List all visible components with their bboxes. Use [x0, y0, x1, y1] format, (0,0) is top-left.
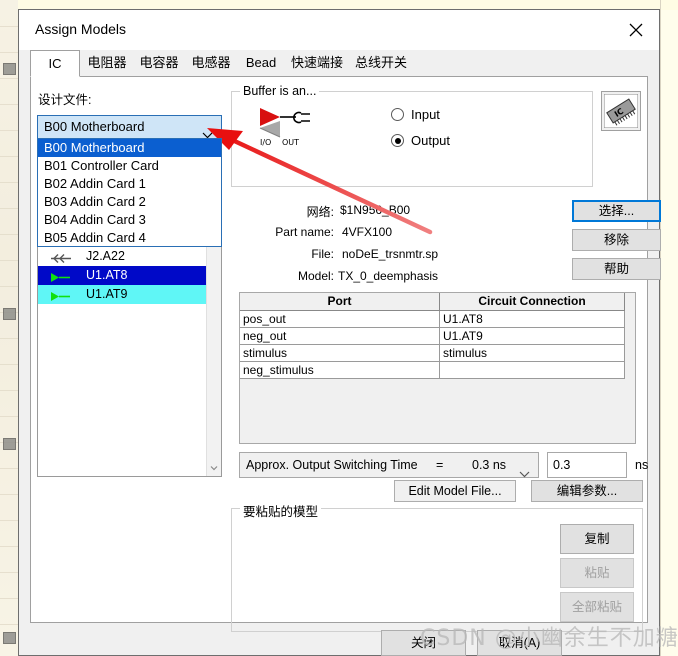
paste-models-group: 要粘贴的模型 复制 粘贴 全部粘贴 — [231, 501, 643, 632]
list-item[interactable]: U1.AT8 — [38, 266, 207, 285]
table-row[interactable]: pos_out U1.AT8 — [240, 311, 635, 328]
remove-button[interactable]: 移除 — [572, 229, 661, 251]
radio-selected-dot-icon — [394, 137, 401, 144]
list-item-label: U1.AT8 — [86, 268, 128, 282]
list-item-label: U1.AT9 — [86, 287, 128, 301]
cell-connection: U1.AT9 — [440, 328, 625, 345]
dropdown-option[interactable]: B05 Addin Card 4 — [38, 229, 221, 247]
file-value: noDeE_trsnmtr.sp — [342, 247, 439, 261]
paste-all-button: 全部粘贴 — [560, 592, 634, 622]
column-header-port: Port — [240, 293, 440, 311]
dropdown-option[interactable]: B00 Motherboard — [38, 139, 221, 157]
watermark: CSDN @小幽余生不加糖 — [420, 626, 678, 651]
tab-bar: IC 电阻器 电容器 电感器 Bead 快速端接 总线开关 — [30, 50, 648, 77]
design-file-dropdown-list[interactable]: B00 Motherboard B01 Controller Card B02 … — [37, 138, 222, 247]
list-item-label: J2.A22 — [86, 249, 125, 263]
net-label: 网络: — [306, 205, 334, 219]
tab-resistor[interactable]: 电阻器 — [81, 50, 133, 77]
part-name-value: 4VFX100 — [342, 225, 393, 239]
assign-models-dialog: Assign Models IC 电阻器 电容器 电感器 Bead 快速端接 总… — [18, 9, 661, 656]
list-item[interactable]: U1.AT9 — [38, 285, 207, 304]
cell-connection: U1.AT8 — [440, 311, 625, 328]
radio-circle-icon — [391, 108, 404, 121]
edit-model-file-button[interactable]: Edit Model File... — [394, 480, 516, 502]
svg-text:OUT: OUT — [282, 138, 299, 146]
file-label: File: — [311, 247, 334, 261]
port-table[interactable]: Port Circuit Connection pos_out U1.AT8 n… — [239, 292, 636, 444]
cell-port: pos_out — [240, 311, 440, 328]
background-chip-icon — [3, 438, 16, 450]
switching-time-value: 0.3 ns — [472, 458, 507, 472]
cell-port: neg_out — [240, 328, 440, 345]
page-title: Assign Models — [35, 21, 127, 37]
tab-inductor[interactable]: 电感器 — [185, 50, 237, 77]
cell-connection — [440, 362, 625, 379]
design-file-combobox-value: B00 Motherboard — [44, 119, 145, 134]
dialog-title-bar: Assign Models — [19, 10, 659, 50]
help-button[interactable]: 帮助 — [572, 258, 661, 280]
output-pin-icon — [48, 289, 76, 301]
chevron-down-icon[interactable] — [209, 462, 219, 472]
tab-quick-term[interactable]: 快速端接 — [285, 50, 349, 77]
output-pin-icon — [48, 270, 76, 282]
cell-port: stimulus — [240, 345, 440, 362]
column-header-connection: Circuit Connection — [440, 293, 625, 311]
port-table-container: Port Circuit Connection pos_out U1.AT8 n… — [231, 284, 648, 484]
close-button[interactable] — [613, 10, 659, 48]
net-value: $1N956_B00 — [340, 203, 411, 217]
buffer-group: Buffer is an... I/O OUT Input Output — [231, 84, 593, 187]
model-value: TX_0_deemphasis — [338, 269, 439, 283]
port-table-header: Port Circuit Connection — [240, 293, 635, 311]
dropdown-option[interactable]: B02 Addin Card 1 — [38, 175, 221, 193]
radio-input-label: Input — [411, 107, 440, 122]
cell-connection: stimulus — [440, 345, 625, 362]
ic-tab-page: 设计文件: J2.A22 U1.AT8 U1.AT9 B00 Motherboa… — [30, 76, 661, 632]
switching-time-equals: = — [436, 458, 444, 472]
dropdown-option[interactable]: B01 Controller Card — [38, 157, 221, 175]
select-button[interactable]: 选择... — [572, 200, 661, 222]
switching-time-unit: ns — [635, 458, 649, 472]
background-chip-icon — [3, 308, 16, 320]
buffer-group-title: Buffer is an... — [240, 84, 320, 98]
design-file-combobox[interactable]: B00 Motherboard — [37, 115, 222, 139]
table-row[interactable]: stimulus stimulus — [240, 345, 635, 362]
tab-ic[interactable]: IC — [30, 50, 80, 77]
table-row[interactable]: neg_stimulus — [240, 362, 635, 379]
list-item[interactable]: J2.A22 — [38, 247, 207, 266]
table-row[interactable]: neg_out U1.AT9 — [240, 328, 635, 345]
background-chip-icon — [3, 63, 16, 75]
copy-button[interactable]: 复制 — [560, 524, 634, 554]
design-file-label: 设计文件: — [38, 93, 92, 107]
dropdown-option[interactable]: B04 Addin Card 3 — [38, 211, 221, 229]
switching-time-input[interactable]: 0.3 — [547, 452, 627, 478]
radio-output-label: Output — [411, 133, 451, 148]
ic-chip-preview[interactable]: IC — [601, 91, 641, 131]
chevron-down-icon — [519, 462, 530, 486]
desktop-left-toolstrip — [0, 0, 18, 656]
tab-bead[interactable]: Bead — [237, 50, 285, 77]
switching-time-label: Approx. Output Switching Time — [246, 458, 418, 472]
dropdown-option[interactable]: B03 Addin Card 2 — [38, 193, 221, 211]
tab-capacitor[interactable]: 电容器 — [133, 50, 185, 77]
part-name-label: Part name: — [275, 225, 334, 239]
model-label: Model: — [297, 269, 334, 283]
input-pin-icon — [48, 251, 76, 263]
desktop-divider — [660, 0, 661, 656]
switching-time-combobox[interactable]: Approx. Output Switching Time = 0.3 ns — [239, 452, 539, 478]
tab-bus-switch[interactable]: 总线开关 — [349, 50, 413, 77]
close-icon — [629, 23, 643, 37]
cell-port: neg_stimulus — [240, 362, 440, 379]
io-out-buffer-icon: I/O OUT — [256, 104, 330, 149]
switching-time-row: Approx. Output Switching Time = 0.3 ns 0… — [239, 452, 648, 478]
svg-text:I/O: I/O — [260, 138, 271, 146]
paste-models-group-title: 要粘贴的模型 — [240, 501, 322, 520]
paste-button: 粘贴 — [560, 558, 634, 588]
background-chip-icon — [3, 632, 16, 644]
edit-parameters-button[interactable]: 编辑参数... — [531, 480, 643, 502]
